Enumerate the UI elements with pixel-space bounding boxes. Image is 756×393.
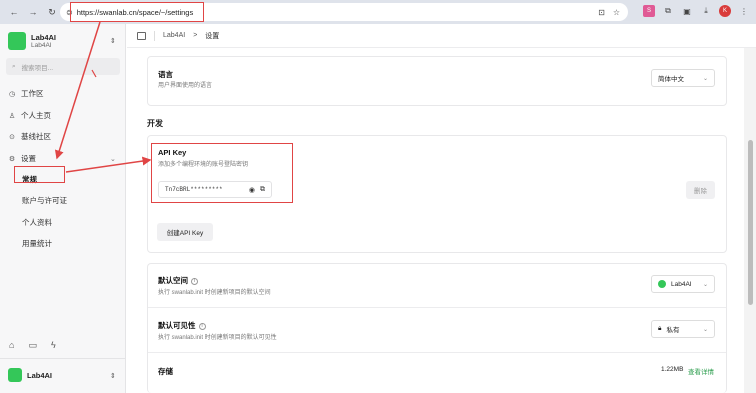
default-visibility-value: 私有 [666, 327, 680, 334]
extensions-bar: S ⧉ ▣ ⤓ K ⋮ [643, 5, 750, 17]
storage-details-link[interactable]: 查看详情 [688, 366, 714, 376]
create-api-key-button[interactable]: 创建API Key [157, 223, 213, 241]
chevron-down-icon[interactable]: ⌄ [110, 155, 116, 163]
search-icon: ⌕ [12, 62, 16, 70]
breadcrumb-current: 设置 [205, 32, 220, 40]
sidebar-item-label: 工作区 [21, 89, 44, 98]
sidebar-item-profile[interactable]: ♙ 个人主页 [7, 110, 51, 121]
default-space-value: Lab4AI [671, 280, 692, 288]
bookmark-star-icon[interactable]: ☆ [613, 8, 620, 17]
sidebar-toggle-icon[interactable] [137, 31, 146, 40]
sidebar-subitem-usage[interactable]: 用量统计 [22, 238, 52, 249]
profile-avatar[interactable]: K [719, 5, 731, 17]
docs-icon[interactable]: ▭ [28, 340, 37, 351]
workspace-icon: ◷ [8, 90, 16, 98]
storage-title: 存储 [158, 367, 173, 376]
breadcrumb-separator: > [193, 32, 198, 39]
default-space-select[interactable]: Lab4AI ⌄ [651, 275, 715, 293]
default-visibility-select[interactable]: 🔒︎ 私有 ⌄ [651, 320, 715, 338]
search-placeholder: 搜索项目... [21, 64, 54, 72]
sidebar-item-label: 基线社区 [21, 132, 51, 141]
scrollbar-thumb[interactable] [748, 140, 753, 305]
github-icon[interactable]: ⌂ [9, 340, 14, 351]
sidepanel-icon[interactable]: ▣ [681, 5, 693, 17]
account-avatar [8, 368, 22, 382]
language-desc: 用户界面使用的语言 [158, 83, 213, 89]
install-app-icon[interactable]: ⊡ [598, 8, 605, 17]
chevron-down-icon: ⌄ [702, 281, 708, 288]
chevron-down-icon: ⌄ [702, 326, 708, 333]
browser-nav: ← → ↻ [0, 7, 58, 18]
forward-icon[interactable]: → [27, 7, 39, 18]
lightning-icon[interactable]: ϟ [51, 340, 56, 351]
info-icon: i [191, 277, 198, 285]
row-divider [148, 352, 726, 353]
workspace-switcher[interactable]: Lab4AI Lab4AI [8, 32, 56, 50]
sidebar-divider [0, 358, 126, 359]
sidebar-item-settings[interactable]: ⚙ 设置 [7, 153, 36, 164]
topbar-divider [154, 30, 155, 41]
section-dev: 开发 [147, 119, 163, 128]
row-divider [148, 307, 726, 308]
sidebar-item-label: 设置 [21, 154, 36, 163]
main-topbar: Lab4AI > 设置 [127, 24, 756, 48]
language-value: 简体中文 [658, 76, 684, 83]
chevron-down-icon: ⌄ [702, 75, 708, 82]
language-select[interactable]: 简体中文 ⌄ [651, 69, 715, 87]
sidebar-bottom-icons: ⌂ ▭ ϟ [9, 340, 56, 351]
default-visibility-desc: 执行 swanlab.init 时创建新项目的默认可见性 [158, 335, 277, 341]
default-space-desc: 执行 swanlab.init 时创建新项目的默认空间 [158, 290, 271, 296]
delete-button[interactable]: 删除 [686, 181, 715, 199]
lock-icon: 🔒︎ [658, 325, 662, 332]
annotation-box-url [70, 2, 204, 22]
puzzle-icon[interactable]: ⧉ [662, 5, 674, 17]
breadcrumb-workspace[interactable]: Lab4AI [163, 32, 185, 39]
menu-kebab-icon[interactable]: ⋮ [738, 5, 750, 17]
sidebar-item-workspace[interactable]: ◷ 工作区 [7, 88, 44, 99]
storage-value: 1.22MB [661, 366, 684, 373]
back-icon[interactable]: ← [8, 7, 20, 18]
account-name: Lab4AI [27, 370, 53, 380]
defaults-card [147, 263, 727, 393]
language-title: 语言 [158, 70, 173, 79]
annotation-box-general [14, 166, 65, 183]
info-icon: i [198, 322, 206, 330]
user-icon: ♙ [8, 112, 16, 120]
space-avatar [658, 280, 666, 288]
workspace-subtitle: Lab4AI [31, 42, 52, 49]
sidebar-item-community[interactable]: ⊙ 基线社区 [7, 131, 51, 142]
sidebar-subitem-profile[interactable]: 个人资料 [22, 217, 52, 228]
extension-icon[interactable]: S [643, 5, 655, 17]
chevron-updown-icon[interactable]: ⇕ [110, 37, 116, 45]
sidebar-subitem-account[interactable]: 账户与许可证 [22, 195, 67, 206]
language-card [147, 56, 727, 106]
account-switcher[interactable]: Lab4AI [8, 368, 52, 382]
community-icon: ⊙ [9, 133, 15, 141]
search-input[interactable]: ⌕ 搜索项目... [6, 58, 120, 75]
download-icon[interactable]: ⤓ [700, 5, 712, 17]
reload-icon[interactable]: ↻ [46, 7, 58, 18]
workspace-logo [8, 32, 26, 50]
annotation-box-api-key [151, 143, 293, 203]
workspace-title: Lab4AI [31, 33, 57, 42]
gear-icon: ⚙ [8, 155, 16, 163]
default-visibility-title: 默认可见性 i [158, 320, 206, 331]
sidebar-item-label: 个人主页 [21, 111, 51, 120]
sidebar: Lab4AI Lab4AI ⇕ ⌕ 搜索项目... ◷ 工作区 ♙ 个人主页 ⊙… [0, 24, 126, 393]
chevron-updown-icon[interactable]: ⇕ [110, 372, 116, 380]
default-space-title: 默认空间 i [158, 275, 198, 286]
